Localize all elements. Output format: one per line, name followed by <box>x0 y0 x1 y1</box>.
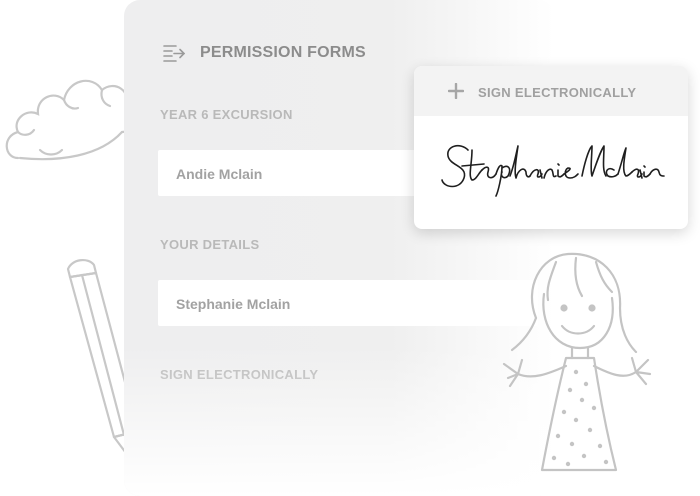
parent-name-field[interactable]: Stephanie Mclain <box>158 280 538 326</box>
student-name-value: Andie Mclain <box>176 166 263 182</box>
sign-electronically-card[interactable]: SIGN ELECTRONICALLY <box>414 66 688 229</box>
section-label-your-details: YOUR DETAILS <box>160 237 260 252</box>
section-label-excursion: YEAR 6 EXCURSION <box>160 107 293 122</box>
section-label-sign: SIGN ELECTRONICALLY <box>160 367 319 382</box>
sign-card-title: SIGN ELECTRONICALLY <box>478 85 637 100</box>
girl-doodle <box>496 248 656 488</box>
parent-name-value: Stephanie Mclain <box>176 296 291 312</box>
signature-image <box>438 136 668 206</box>
sign-card-header[interactable]: SIGN ELECTRONICALLY <box>414 66 688 116</box>
cloud-doodle <box>0 40 140 170</box>
page-title: PERMISSION FORMS <box>200 44 366 61</box>
menu-icon[interactable] <box>162 43 186 63</box>
plus-icon[interactable] <box>447 82 465 100</box>
